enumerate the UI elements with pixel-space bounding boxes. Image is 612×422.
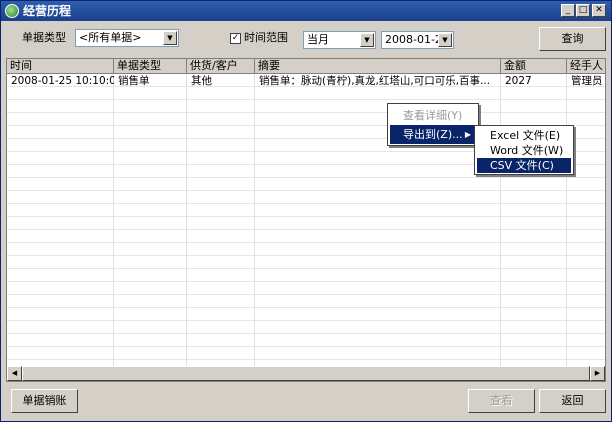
dropdown-arrow-icon[interactable]: ▼ [163,31,177,45]
query-button[interactable]: 查询 [539,27,606,51]
cell-supplier-customer: 其他 [191,75,212,87]
app-icon [5,4,19,18]
menu-item-word-file[interactable]: Word 文件(W) [477,143,571,158]
period-value: 当月 [307,33,329,46]
cell-time: 2008-01-25 10:10:02 [11,75,114,87]
cell-amount: 2027 [505,75,532,87]
column-divider [566,74,567,366]
export-submenu: Excel 文件(E) Word 文件(W) CSV 文件(C) [474,125,574,175]
cell-handler: 管理员 [571,75,603,87]
table-row[interactable]: 2008-01-25 10:10:02 销售单 其他 销售单：脉动(青柠),真龙… [7,74,605,88]
time-range-label: 时间范围 [244,31,288,44]
time-range-checkbox[interactable]: ✓ [230,33,241,44]
history-table[interactable]: 时间 单据类型 供货/客户 摘要 金额 经手人 2008-01-25 10:10… [6,58,606,382]
period-select[interactable]: 当月 ▼ [303,31,376,49]
menu-item-csv-file[interactable]: CSV 文件(C) [477,158,571,173]
column-header-handler[interactable]: 经手人 [567,59,605,74]
doc-type-label: 单据类型 [22,31,66,44]
main-window: 经营历程 _ □ ✕ 单据类型 <所有单据> ▼ ✓ 时间范围 当月 ▼ 200… [0,0,612,422]
dropdown-arrow-icon[interactable]: ▼ [438,33,452,47]
menu-item-export-label: 导出到(Z)... [403,128,463,141]
doc-type-value: <所有单据> [79,31,142,44]
context-menu: 查看详细(Y) 导出到(Z)... ▶ [387,103,479,146]
menu-item-export-to[interactable]: 导出到(Z)... ▶ [390,125,476,144]
column-header-doc-type[interactable]: 单据类型 [114,59,187,74]
column-divider [186,74,187,366]
table-body [7,74,605,366]
column-divider [113,74,114,366]
table-header: 时间 单据类型 供货/客户 摘要 金额 经手人 [7,59,605,74]
scroll-left-icon[interactable]: ◀ [7,366,22,381]
view-button[interactable]: 查看 [468,389,535,413]
cell-doc-type: 销售单 [118,75,150,87]
column-header-amount[interactable]: 金额 [501,59,567,74]
document-writeoff-button[interactable]: 单据销账 [11,389,78,413]
column-header-supplier-customer[interactable]: 供货/客户 [187,59,255,74]
column-header-time[interactable]: 时间 [7,59,114,74]
submenu-arrow-icon: ▶ [464,130,471,139]
column-divider [500,74,501,366]
minimize-button[interactable]: _ [561,4,575,17]
view-button-label: 查看 [490,394,513,407]
close-button[interactable]: ✕ [592,4,606,17]
column-header-summary[interactable]: 摘要 [255,59,501,74]
horizontal-scrollbar[interactable]: ◀ ▶ [7,366,605,381]
dropdown-arrow-icon[interactable]: ▼ [360,33,374,47]
maximize-button[interactable]: □ [576,4,590,17]
cell-summary: 销售单：脉动(青柠),真龙,红塔山,可口可乐,百事... [259,75,491,87]
scrollbar-thumb[interactable] [22,366,590,381]
menu-item-excel-file[interactable]: Excel 文件(E) [477,128,571,143]
doc-type-select[interactable]: <所有单据> ▼ [75,29,179,47]
column-divider [254,74,255,366]
back-button[interactable]: 返回 [539,389,606,413]
menu-item-view-detail[interactable]: 查看详细(Y) [390,106,476,125]
scroll-right-icon[interactable]: ▶ [590,366,605,381]
date-picker[interactable]: 2008-01-26 ▼ [381,31,454,49]
window-title: 经营历程 [23,4,72,18]
title-bar[interactable]: 经营历程 _ □ ✕ [1,1,611,21]
